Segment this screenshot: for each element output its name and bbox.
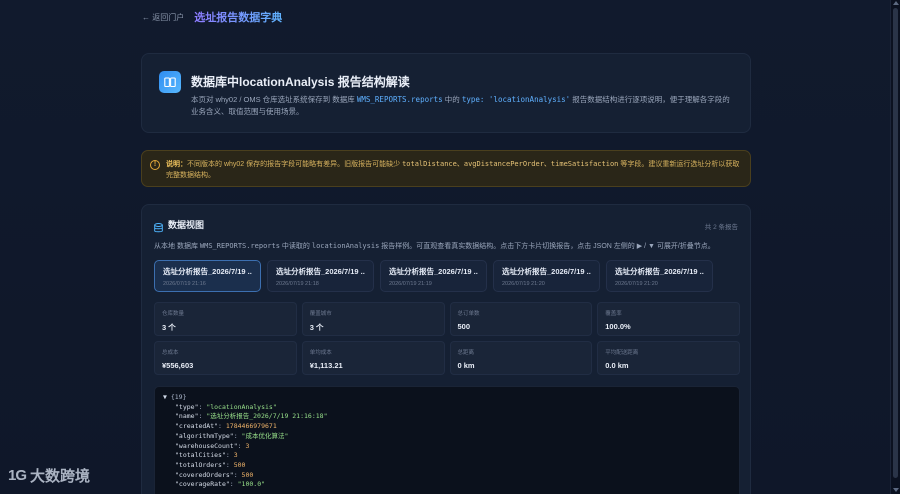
json-line: "totalOrders": 500	[175, 460, 246, 469]
data-view-card: 数据视图 共 2 条报告 从本地 数据库 WMS_REPORTS.reports…	[141, 204, 751, 494]
book-icon	[159, 71, 181, 93]
watermark-logo: 1G	[8, 467, 27, 484]
stat-card: 覆盖城市 3 个	[301, 302, 445, 336]
intro-card: 数据库中locationAnalysis 报告结构解读 本页对 why02 / …	[141, 53, 751, 133]
data-view-title: 数据视图	[168, 220, 205, 230]
stat-card: 总距离 0 km	[449, 341, 593, 375]
json-line: "coveredOrders": 500	[175, 470, 254, 479]
json-root-row: ▼ {19}	[163, 393, 739, 403]
intro-title: 数据库中locationAnalysis 报告结构解读	[191, 75, 410, 89]
topbar: ← 返回门户 选址报告数据字典	[142, 9, 282, 25]
stats-grid: 仓库数量 3 个 覆盖城市 3 个 总订单数 500 覆盖率 100.0% 总成本 ¥55…	[154, 302, 740, 375]
report-count: 共 2 条报告	[704, 224, 738, 231]
stat-card: 平均配送距离 0.0 km	[597, 341, 740, 375]
stat-card: 仓库数量 3 个	[154, 302, 297, 336]
scroll-up-arrow-icon[interactable]	[893, 1, 899, 5]
scrollbar[interactable]	[890, 0, 900, 494]
json-line: "warehouseCount": 3	[175, 441, 250, 450]
intro-description: 本页对 why02 / OMS 仓库选址系统保存到 数据库 WMS_REPORT…	[191, 95, 730, 116]
json-line: "type": "locationAnalysis"	[175, 402, 277, 411]
json-line: "name": "选址分析报告_2026/7/19 21:16:18"	[175, 412, 328, 421]
report-tab[interactable]: 选址分析报告_2026/7/19 ... 2026/07/19 21:20	[606, 260, 713, 292]
page-title: 选址报告数据字典	[194, 9, 282, 25]
watermark-text: 大数跨境	[30, 468, 91, 485]
watermark: 1G 大数跨境	[8, 465, 90, 486]
back-link[interactable]: ← 返回门户	[142, 12, 184, 23]
stat-card: 总订单数 500	[449, 302, 593, 336]
json-lines: "type": "locationAnalysis" "name": "选址分析报…	[163, 403, 739, 490]
stat-card: 总成本 ¥556,603	[154, 341, 297, 375]
report-tab[interactable]: 选址分析报告_2026/7/19 ... 2026/07/19 21:18	[267, 260, 374, 292]
notice-text: 说明：不同版本的 why02 保存的报告字段可能略有差异。旧版报告可能缺少 to…	[166, 160, 740, 179]
stat-card: 单均成本 ¥1,113.21	[301, 341, 445, 375]
data-view-description: 从本地 数据库 WMS_REPORTS.reports 中读取的 locatio…	[154, 242, 715, 250]
notice-banner: ! 说明：不同版本的 why02 保存的报告字段可能略有差异。旧版报告可能缺少 …	[141, 150, 751, 187]
data-view-header: 数据视图	[154, 218, 205, 232]
scroll-thumb[interactable]	[893, 8, 898, 478]
info-circle-icon: !	[150, 160, 160, 170]
page: ← 返回门户 选址报告数据字典 数据库中locationAnalysis 报告结…	[0, 0, 890, 494]
json-line: "createdAt": 1784466979671	[175, 422, 277, 431]
report-tabs: 选址分析报告_2026/7/19 ... 2026/07/19 21:16 选址…	[154, 260, 713, 292]
json-key-count: {19}	[170, 393, 187, 401]
report-tab[interactable]: 选址分析报告_2026/7/19 ... 2026/07/19 21:20	[493, 260, 600, 292]
json-collapse-toggle[interactable]: ▼	[163, 393, 167, 401]
json-line: "coverageRate": "100.0"	[175, 480, 266, 489]
type-code: type: 'locationAnalysis'	[461, 95, 571, 104]
database-icon	[154, 220, 163, 232]
json-viewer: ▼ {19} "type": "locationAnalysis" "name":…	[154, 386, 740, 494]
scroll-down-arrow-icon[interactable]	[893, 488, 899, 492]
report-tab[interactable]: 选址分析报告_2026/7/19 ... 2026/07/19 21:19	[380, 260, 487, 292]
table-name-code: WMS_REPORTS.reports	[356, 95, 443, 104]
report-tab[interactable]: 选址分析报告_2026/7/19 ... 2026/07/19 21:16	[154, 260, 261, 292]
stat-card: 覆盖率 100.0%	[597, 302, 740, 336]
json-line: "totalCities": 3	[175, 451, 238, 460]
json-line: "algorithmType": "成本优化算法"	[175, 431, 289, 440]
